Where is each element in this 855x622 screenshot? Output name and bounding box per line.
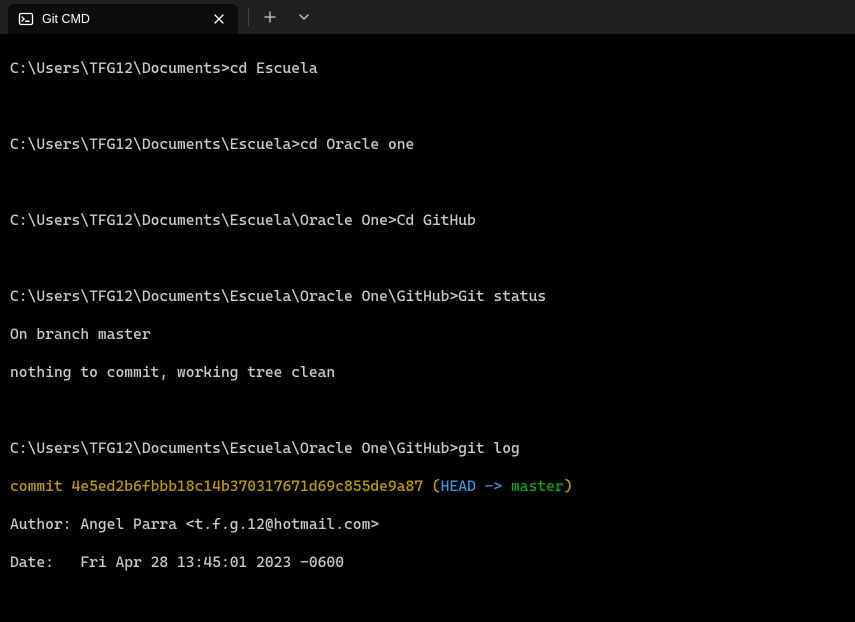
terminal-icon bbox=[18, 11, 34, 27]
blank-line bbox=[10, 249, 845, 268]
tab-title: Git CMD bbox=[42, 10, 202, 29]
close-tab-button[interactable] bbox=[210, 10, 228, 28]
author-line: Author: Angel Parra <t.f.g.12@hotmail.co… bbox=[10, 515, 845, 534]
prompt-line: C:\Users\TFG12\Documents\Escuela\Oracle … bbox=[10, 211, 845, 230]
blank-line bbox=[10, 97, 845, 116]
prompt-line: C:\Users\TFG12\Documents\Escuela\Oracle … bbox=[10, 287, 845, 306]
terminal-output[interactable]: C:\Users\TFG12\Documents>cd Escuela C:\U… bbox=[0, 34, 855, 622]
tab-git-cmd[interactable]: Git CMD bbox=[8, 4, 238, 34]
blank-line bbox=[10, 591, 845, 610]
status-line: On branch master bbox=[10, 325, 845, 344]
blank-line bbox=[10, 173, 845, 192]
divider bbox=[248, 8, 249, 26]
prompt-line: C:\Users\TFG12\Documents\Escuela\Oracle … bbox=[10, 439, 845, 458]
tab-dropdown-button[interactable] bbox=[289, 2, 319, 32]
prompt-line: C:\Users\TFG12\Documents>cd Escuela bbox=[10, 59, 845, 78]
new-tab-button[interactable] bbox=[255, 2, 285, 32]
prompt-line: C:\Users\TFG12\Documents\Escuela>cd Orac… bbox=[10, 135, 845, 154]
titlebar: Git CMD bbox=[0, 0, 855, 34]
tab-actions bbox=[238, 0, 319, 34]
status-line: nothing to commit, working tree clean bbox=[10, 363, 845, 382]
commit-line: commit 4e5ed2b6fbbb18c14b370317671d69c85… bbox=[10, 477, 845, 496]
blank-line bbox=[10, 401, 845, 420]
date-line: Date: Fri Apr 28 13:45:01 2023 -0600 bbox=[10, 553, 845, 572]
